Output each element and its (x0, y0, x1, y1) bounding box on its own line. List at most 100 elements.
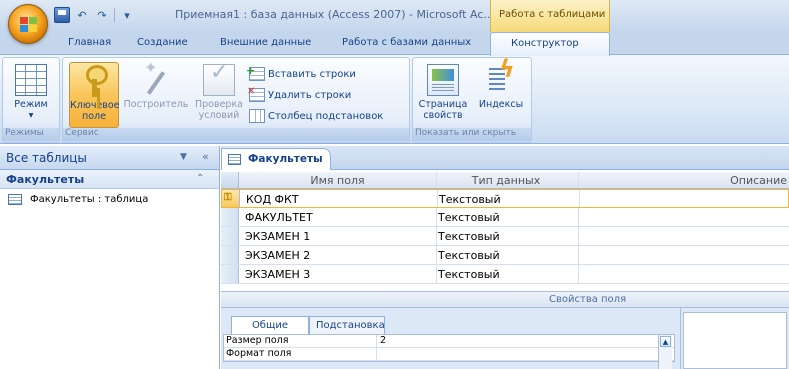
validation-label-2: условий (198, 110, 240, 121)
row-selector[interactable] (221, 227, 239, 245)
field-name-cell[interactable]: ФАКУЛЬТЕТ (245, 211, 425, 224)
lookup-column-button[interactable]: Столбец подстановок (249, 108, 383, 124)
data-type-cell[interactable]: Текстовый (438, 249, 578, 262)
property-value-field-size[interactable]: 2 (380, 335, 386, 346)
chevron-up-icon[interactable]: ⌃ (196, 173, 204, 184)
key-icon (78, 65, 110, 97)
delete-rows-icon (247, 86, 265, 102)
navigation-pane: Все таблицы ▼ « Факультеты ⌃ Факультеты … (0, 146, 220, 369)
nav-pane-header[interactable]: Все таблицы ▼ « (0, 146, 219, 170)
customize-qat-icon[interactable]: ▾ (119, 7, 135, 23)
primary-key-label-1: Ключевое (70, 100, 120, 111)
chevron-down-icon[interactable]: ▼ (180, 152, 187, 162)
view-mode-button[interactable]: Режим ▾ (5, 62, 57, 128)
tab-lookup[interactable]: Подстановка (309, 316, 385, 334)
delete-rows-button[interactable]: Удалить строки (247, 86, 352, 103)
table-row[interactable]: ⚿ КОД ФКТ Текстовый (221, 189, 789, 208)
row-selector[interactable] (221, 246, 239, 264)
table-row[interactable]: ЭКЗАМЕН 3 Текстовый (221, 265, 789, 284)
insert-rows-icon (246, 64, 265, 81)
indexes-label: Индексы (478, 99, 524, 110)
table-row[interactable]: ЭКЗАМЕН 2 Текстовый (221, 246, 789, 265)
insert-rows-button[interactable]: Вставить строки (246, 64, 356, 82)
grid-header-row: Имя поля Тип данных Описание (221, 172, 789, 189)
property-sheet-label-2: свойств (423, 110, 463, 121)
property-row[interactable]: Формат поля (224, 348, 674, 361)
nav-item-label: Факультеты : таблица (30, 194, 149, 205)
document-tab-bar: Факультеты (221, 146, 789, 170)
property-sheet-label-1: Страница (418, 99, 468, 110)
properties-table: Размер поля 2 Формат поля (223, 334, 675, 362)
collapse-pane-icon[interactable]: « (202, 150, 209, 163)
builder-label: Построитель (123, 99, 189, 110)
redo-icon[interactable]: ↷ (94, 7, 110, 23)
property-row[interactable]: Размер поля 2 (224, 335, 674, 348)
tab-external-data[interactable]: Внешние данные (220, 37, 311, 48)
validation-check-icon (203, 64, 235, 96)
nav-group-header[interactable]: Факультеты ⌃ (0, 170, 219, 189)
field-name-cell[interactable]: ЭКЗАМЕН 1 (245, 230, 425, 243)
field-name-cell[interactable]: ЭКЗАМЕН 3 (245, 268, 425, 281)
property-label: Размер поля (226, 335, 289, 346)
title-bar: ↶ ↷ ▾ Приемная1 : база данных (Access 20… (0, 0, 789, 32)
ribbon: Режим ▾ Режимы Ключевое поле Построитель… (0, 54, 789, 144)
insert-rows-label: Вставить строки (268, 68, 356, 80)
group-views-label: Режимы (3, 128, 59, 141)
field-properties-left: Общие Подстановка Размер поля 2 Формат п… (221, 308, 681, 369)
chevron-down-icon: ▾ (28, 110, 34, 121)
group-tools-label: Сервис (63, 128, 409, 141)
column-header-data-type: Тип данных (471, 174, 541, 187)
field-name-cell[interactable]: ЭКЗАМЕН 2 (245, 249, 425, 262)
group-show-hide-label: Показать или скрыть (413, 128, 531, 141)
primary-key-button[interactable]: Ключевое поле (69, 62, 120, 128)
data-type-cell[interactable]: Текстовый (438, 268, 578, 281)
field-properties-bar: Свойства поля (221, 291, 789, 308)
group-show-hide: Страница свойств Индексы Показать или ск… (412, 57, 532, 143)
window-title: Приемная1 : база данных (Access 2007) - … (175, 8, 494, 21)
save-icon[interactable] (54, 7, 70, 23)
field-properties-title: Свойства поля (549, 294, 627, 305)
delete-rows-label: Удалить строки (268, 89, 352, 101)
builder-button[interactable]: Построитель (121, 62, 191, 128)
table-row[interactable]: ЭКЗАМЕН 1 Текстовый (221, 227, 789, 246)
office-logo-icon (20, 17, 38, 33)
primary-key-icon: ⚿ (224, 192, 232, 203)
context-tab-group-header: Работа с таблицами (490, 0, 610, 32)
tab-create[interactable]: Создание (137, 37, 188, 48)
field-name-cell[interactable]: КОД ФКТ (246, 193, 426, 206)
row-selector[interactable] (221, 265, 239, 283)
properties-scrollbar[interactable]: ▲ (658, 335, 672, 369)
property-sheet-button[interactable]: Страница свойств (415, 62, 471, 128)
qat-separator (114, 8, 115, 22)
view-mode-label: Режим (14, 99, 48, 110)
document-area: Факультеты Имя поля Тип данных Описание … (221, 146, 789, 369)
table-row[interactable]: ФАКУЛЬТЕТ Текстовый (221, 208, 789, 227)
data-type-cell[interactable]: Текстовый (438, 230, 578, 243)
office-button[interactable] (8, 4, 48, 44)
data-type-cell[interactable]: Текстовый (438, 211, 578, 224)
row-selector[interactable]: ⚿ (222, 190, 240, 207)
lookup-column-label: Столбец подстановок (268, 110, 384, 122)
data-type-cell[interactable]: Текстовый (439, 193, 579, 206)
group-tools: Ключевое поле Построитель Проверка услов… (62, 57, 410, 143)
table-icon (228, 154, 241, 165)
test-validation-button[interactable]: Проверка условий (191, 62, 247, 128)
lookup-column-icon (249, 109, 265, 123)
scroll-up-icon[interactable]: ▲ (660, 336, 671, 347)
property-sheet-icon (427, 64, 459, 96)
indexes-button[interactable]: Индексы (473, 62, 529, 128)
property-label: Формат поля (226, 348, 292, 359)
undo-icon[interactable]: ↶ (74, 7, 90, 23)
tab-design[interactable]: Конструктор (490, 32, 610, 56)
tab-home[interactable]: Главная (68, 37, 111, 48)
context-tab-group-label: Работа с таблицами (499, 9, 606, 20)
column-header-description: Описание (730, 174, 787, 187)
tab-database-tools[interactable]: Работа с базами данных (342, 37, 471, 48)
ribbon-tab-row: Главная Создание Внешние данные Работа с… (0, 32, 789, 54)
nav-item-table[interactable]: Факультеты : таблица (0, 189, 219, 209)
document-tab-label: Факультеты (248, 153, 323, 165)
select-all-cell[interactable] (221, 172, 239, 188)
tab-general[interactable]: Общие (231, 316, 309, 334)
row-selector[interactable] (221, 208, 239, 226)
document-tab[interactable]: Факультеты (221, 148, 331, 170)
